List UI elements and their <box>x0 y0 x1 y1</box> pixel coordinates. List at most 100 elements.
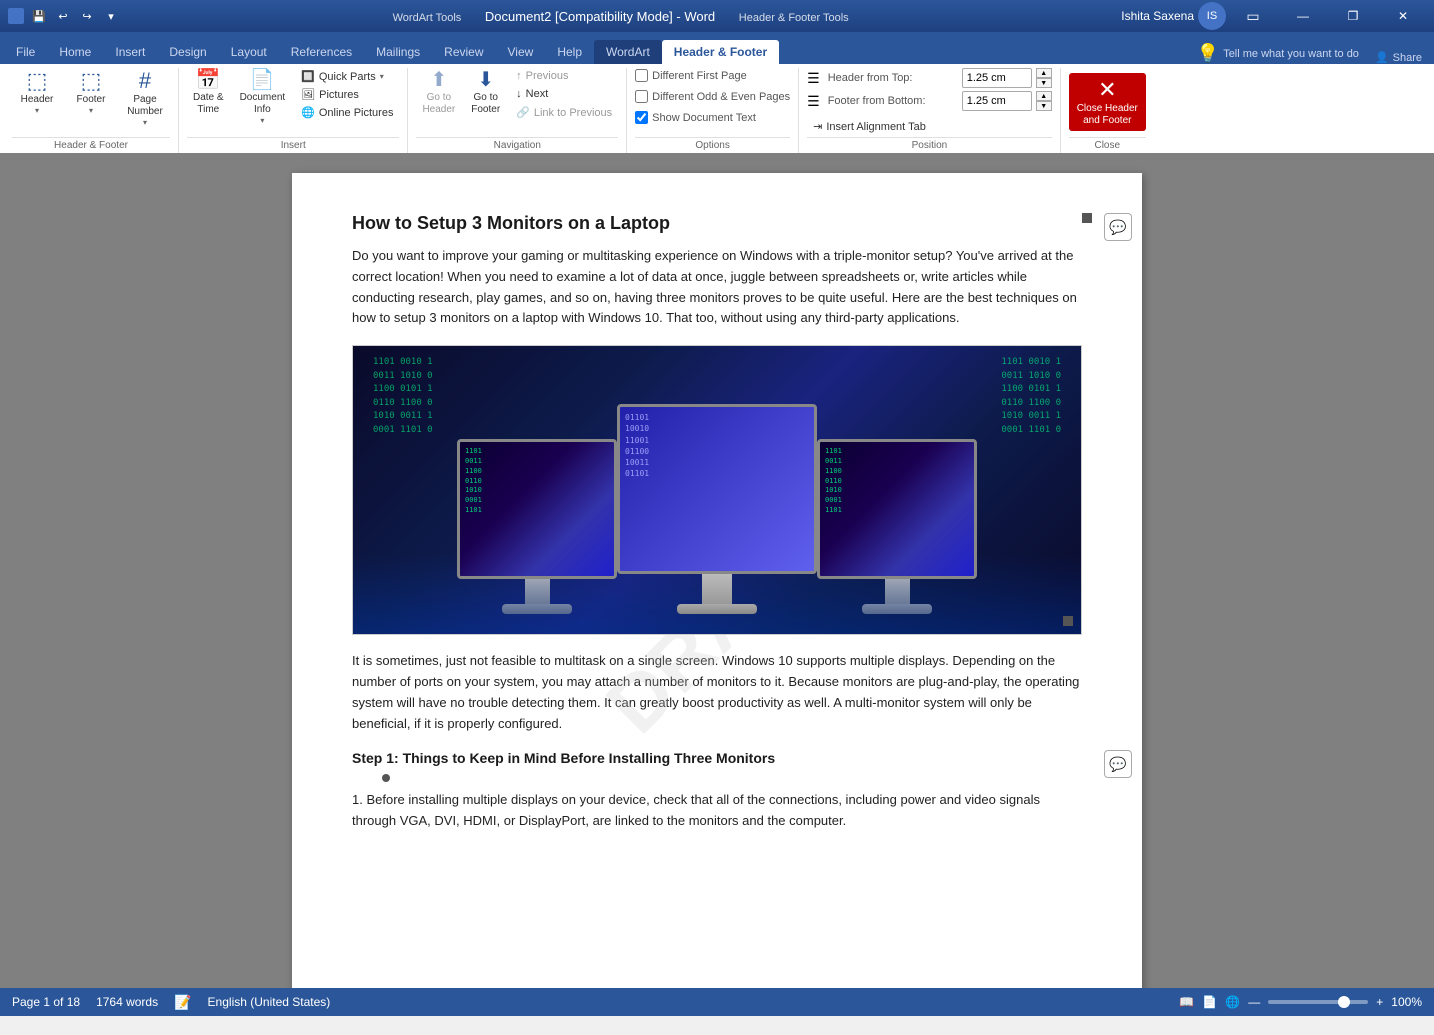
bullet-point <box>382 774 390 782</box>
save-button[interactable]: 💾 <box>30 7 48 25</box>
tab-wordart[interactable]: WordArt <box>594 40 662 64</box>
print-layout-icon[interactable]: 📄 <box>1202 995 1217 1009</box>
tab-file[interactable]: File <box>4 40 47 64</box>
redo-button[interactable]: ↪ <box>78 7 96 25</box>
ribbon-collapse-button[interactable]: ▭ <box>1230 0 1276 32</box>
go-to-header-button[interactable]: ⬆ Go toHeader <box>416 68 461 118</box>
group-position-label: Position <box>807 137 1052 153</box>
footer-button[interactable]: ⬚ Footer ▾ <box>66 68 116 117</box>
different-first-page-checkbox[interactable] <box>635 69 648 82</box>
footer-spin-up[interactable]: ▲ <box>1036 91 1052 101</box>
next-button[interactable]: ↓ Next <box>510 86 618 102</box>
zoom-thumb[interactable] <box>1338 996 1350 1008</box>
undo-button[interactable]: ↩ <box>54 7 72 25</box>
status-bar: Page 1 of 18 1764 words 📝 English (Unite… <box>0 988 1434 1016</box>
tools-left-label: WordArt Tools <box>393 12 462 24</box>
document-info-icon: 📄 <box>250 70 275 90</box>
header-button[interactable]: ⬚ Header ▾ <box>12 68 62 117</box>
close-header-footer-icon: ✕ <box>1098 77 1116 103</box>
web-layout-icon[interactable]: 🌐 <box>1225 995 1240 1009</box>
tab-references[interactable]: References <box>279 40 364 64</box>
insert-alignment-tab-button[interactable]: ⇥ Insert Alignment Tab <box>807 118 1052 135</box>
go-to-footer-button[interactable]: ⬇ Go toFooter <box>465 68 506 118</box>
document-info-button[interactable]: 📄 DocumentInfo ▾ <box>234 68 292 127</box>
page-number-button[interactable]: # PageNumber ▾ <box>120 68 170 129</box>
pictures-icon: 🖼 <box>301 88 315 101</box>
tab-help[interactable]: Help <box>545 40 594 64</box>
status-right: 📖 📄 🌐 — + 100% <box>1179 995 1422 1009</box>
customize-qat-button[interactable]: ▾ <box>102 7 120 25</box>
footer-from-bottom-input[interactable] <box>962 91 1032 111</box>
tell-me-box[interactable]: 💡 Tell me what you want to do <box>1189 43 1367 64</box>
tab-mailings[interactable]: Mailings <box>364 40 432 64</box>
group-position: ☰ Header from Top: ▲ ▼ ☰ Footer from Bot… <box>799 68 1061 153</box>
ribbon-tabs: File Home Insert Design Layout Reference… <box>0 32 1434 64</box>
monitor-screen-left: 1101001111000110101000011101 <box>457 439 617 579</box>
go-to-footer-label: Go toFooter <box>471 92 500 116</box>
group-insert: 📅 Date &Time 📄 DocumentInfo ▾ 🔲 Quick Pa… <box>179 68 408 153</box>
comment-bubble-title[interactable]: 💬 <box>1104 213 1132 241</box>
different-odd-even-label: Different Odd & Even Pages <box>652 91 790 103</box>
image-resize-handle[interactable] <box>1063 616 1073 626</box>
title-section: How to Setup 3 Monitors on a Laptop 💬 <box>352 213 1082 234</box>
comment-bubble-step1[interactable]: 💬 <box>1104 750 1132 778</box>
next-icon: ↓ <box>516 88 522 100</box>
tab-insert[interactable]: Insert <box>103 40 157 64</box>
close-header-footer-button[interactable]: ✕ Close Headerand Footer <box>1069 73 1146 131</box>
tab-header-footer[interactable]: Header & Footer <box>662 40 779 64</box>
group-options-label: Options <box>635 137 790 153</box>
app-title: WordArt Tools Document2 [Compatibility M… <box>120 9 1121 24</box>
zoom-in-button[interactable]: + <box>1376 995 1383 1009</box>
tab-design[interactable]: Design <box>157 40 218 64</box>
group-close: ✕ Close Headerand Footer Close <box>1061 68 1154 153</box>
user-avatar[interactable]: IS <box>1198 2 1226 30</box>
tab-view[interactable]: View <box>496 40 546 64</box>
restore-button[interactable]: ❐ <box>1330 0 1376 32</box>
date-time-button[interactable]: 📅 Date &Time <box>187 68 230 118</box>
quick-parts-label: Quick Parts <box>319 71 376 83</box>
show-document-text-checkbox[interactable] <box>635 111 648 124</box>
online-pictures-button[interactable]: 🌐 Online Pictures <box>295 104 399 121</box>
tab-home[interactable]: Home <box>47 40 103 64</box>
close-header-footer-label: Close Headerand Footer <box>1077 103 1138 127</box>
paragraph-1: Do you want to improve your gaming or mu… <box>352 246 1082 329</box>
share-button[interactable]: 👤 Share <box>1367 51 1430 64</box>
title-bar: 💾 ↩ ↪ ▾ WordArt Tools Document2 [Compati… <box>0 0 1434 32</box>
language-indicator[interactable]: English (United States) <box>208 995 331 1009</box>
zoom-slider[interactable] <box>1268 1000 1368 1004</box>
tab-layout[interactable]: Layout <box>219 40 279 64</box>
proofing-icon[interactable]: 📝 <box>174 994 191 1011</box>
resize-handle-title[interactable] <box>1082 213 1092 223</box>
header-from-top-input[interactable] <box>962 68 1032 88</box>
zoom-out-button[interactable]: — <box>1248 995 1260 1009</box>
quick-parts-button[interactable]: 🔲 Quick Parts ▾ <box>295 68 399 85</box>
screen-code-center: 011011001011001011001001101101 <box>625 412 649 479</box>
read-mode-icon[interactable]: 📖 <box>1179 995 1194 1009</box>
header-footer-buttons: ⬚ Header ▾ ⬚ Footer ▾ # PageNumber ▾ <box>12 68 170 135</box>
word-icon <box>8 8 24 24</box>
step-1-text: 1. Before installing multiple displays o… <box>352 790 1082 832</box>
title-bar-right: Ishita Saxena IS ▭ — ❐ ✕ <box>1121 0 1426 32</box>
footer-from-bottom-row: ☰ Footer from Bottom: ▲ ▼ <box>807 91 1052 111</box>
insert-stacked: 🔲 Quick Parts ▾ 🖼 Pictures 🌐 Online Pict… <box>295 68 399 121</box>
page-number-icon: # <box>139 70 151 92</box>
header-spin-down[interactable]: ▼ <box>1036 78 1052 88</box>
minimize-button[interactable]: — <box>1280 0 1326 32</box>
group-insert-label: Insert <box>187 137 399 153</box>
header-spin-up[interactable]: ▲ <box>1036 68 1052 78</box>
previous-icon: ↑ <box>516 70 522 82</box>
pictures-button[interactable]: 🖼 Pictures <box>295 86 399 103</box>
window-close-button[interactable]: ✕ <box>1380 0 1426 32</box>
previous-button[interactable]: ↑ Previous <box>510 68 618 84</box>
page-number-label: PageNumber <box>127 94 163 118</box>
document-page: DRAFT How to Setup 3 Monitors on a Lapto… <box>292 173 1142 988</box>
online-pictures-label: Online Pictures <box>319 107 394 119</box>
monitor-image[interactable]: 1101 0010 10011 1010 01100 0101 10110 11… <box>352 345 1082 635</box>
link-to-previous-button[interactable]: 🔗 Link to Previous <box>510 104 618 121</box>
different-odd-even-checkbox[interactable] <box>635 90 648 103</box>
footer-spin-down[interactable]: ▼ <box>1036 101 1052 111</box>
code-overlay-right: 1101 0010 10011 1010 01100 0101 10110 11… <box>1001 356 1061 437</box>
monitor-screen-center: 011011001011001011001001101101 <box>617 404 817 574</box>
header-from-top-label: Header from Top: <box>828 72 958 84</box>
tab-review[interactable]: Review <box>432 40 495 64</box>
